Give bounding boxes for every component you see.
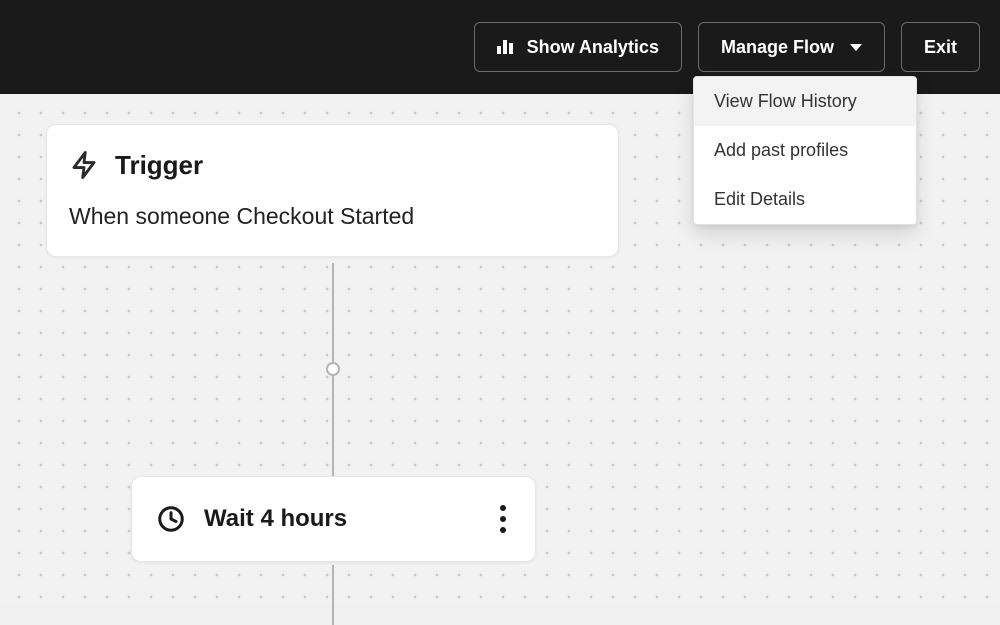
dropdown-item-add-past-profiles[interactable]: Add past profiles <box>694 126 916 175</box>
exit-button[interactable]: Exit <box>901 22 980 72</box>
manage-flow-dropdown: View Flow History Add past profiles Edit… <box>693 76 917 225</box>
lightning-icon <box>69 149 99 181</box>
wait-label: Wait 4 hours <box>204 505 473 533</box>
show-analytics-label: Show Analytics <box>527 37 659 58</box>
trigger-header: Trigger <box>69 149 594 181</box>
caret-down-icon <box>850 44 862 51</box>
bar-chart-icon <box>497 40 513 54</box>
dropdown-item-label: View Flow History <box>714 91 857 111</box>
dropdown-item-label: Add past profiles <box>714 140 848 160</box>
trigger-title: Trigger <box>115 150 203 181</box>
dropdown-item-edit-details[interactable]: Edit Details <box>694 175 916 224</box>
flow-canvas[interactable]: View Flow History Add past profiles Edit… <box>0 94 1000 604</box>
dropdown-item-label: Edit Details <box>714 189 805 209</box>
add-step-handle[interactable] <box>326 362 340 376</box>
show-analytics-button[interactable]: Show Analytics <box>474 22 682 72</box>
trigger-condition: When someone Checkout Started <box>69 203 594 230</box>
manage-flow-label: Manage Flow <box>721 37 834 58</box>
wait-card-menu-button[interactable] <box>491 501 515 537</box>
exit-label: Exit <box>924 37 957 58</box>
wait-card[interactable]: Wait 4 hours <box>131 476 536 562</box>
clock-icon <box>156 504 186 534</box>
connector-line <box>332 565 334 625</box>
trigger-card[interactable]: Trigger When someone Checkout Started <box>46 124 619 257</box>
manage-flow-button[interactable]: Manage Flow <box>698 22 885 72</box>
dropdown-item-view-history[interactable]: View Flow History <box>694 77 916 126</box>
